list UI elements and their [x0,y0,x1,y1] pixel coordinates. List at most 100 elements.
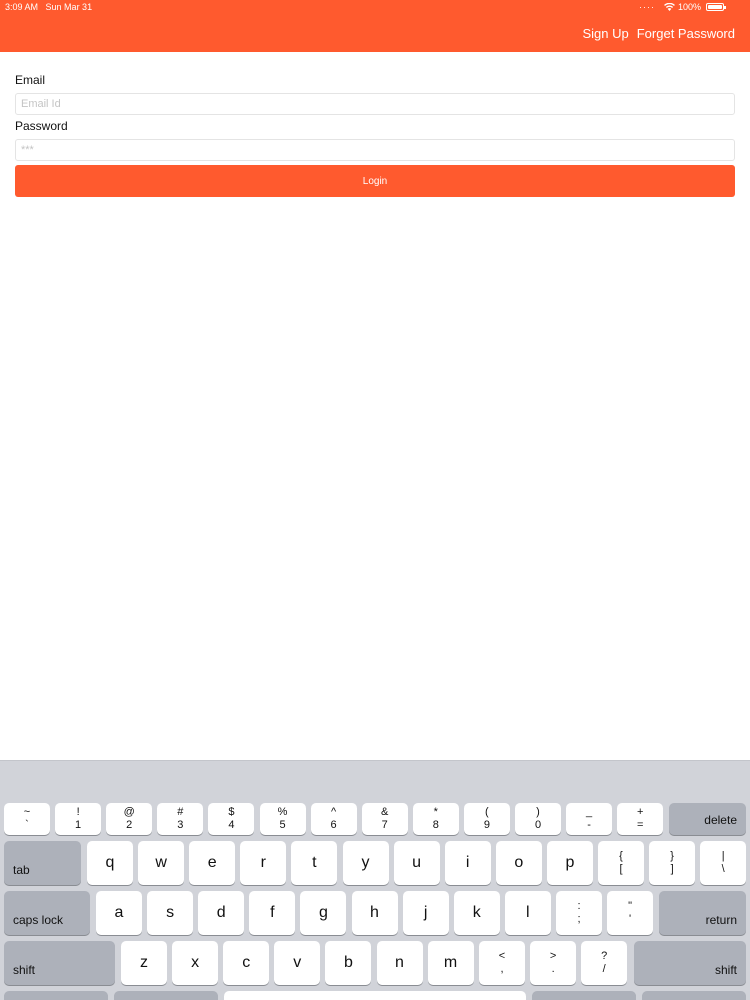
key-k[interactable]: k [453,891,500,935]
key-s[interactable]: s [147,891,194,935]
shift-left-key[interactable]: shift [4,941,115,985]
key-0[interactable]: ) 0 [515,803,561,835]
key-6[interactable]: ^ 6 [310,803,357,835]
key-top-glyph: " [628,900,633,912]
key-h[interactable]: h [351,891,398,935]
key-bottom-glyph: - [587,819,591,831]
login-screen: 3:09 AM Sun Mar 31 ···· 100% Sign Up For… [0,0,750,1000]
key-top-glyph: } [670,850,674,862]
key-e[interactable]: e [189,841,236,885]
key-i[interactable]: i [444,841,491,885]
key-top-glyph: _ [586,806,593,818]
key-x[interactable]: x [172,941,219,985]
status-time: 3:09 AM Sun Mar 31 [5,2,92,12]
key-bottom-glyph: 3 [177,819,184,831]
key-bottom-glyph: 7 [381,819,388,831]
key-top-glyph: * [433,806,438,818]
key-4[interactable]: $4 [208,803,255,835]
key-bottom-glyph: 4 [228,819,235,831]
app-header: 3:09 AM Sun Mar 31 ···· 100% Sign Up For… [0,0,750,52]
key-o[interactable]: o [495,841,542,885]
key--[interactable]: _ - [566,803,613,835]
key-u[interactable]: u [393,841,440,885]
bottom-right-key[interactable] [532,991,636,1000]
login-button[interactable]: Login [15,165,735,197]
key-l[interactable]: l [504,891,551,935]
key-q[interactable]: q [87,841,133,885]
key-2[interactable]: @2 [106,803,153,835]
key-][interactable]: }] [649,841,696,885]
key-bottom-glyph: , [500,963,504,975]
key-top-glyph: < [498,950,506,962]
key-,[interactable]: <, [479,941,525,985]
key-a[interactable]: a [96,891,142,935]
key-3[interactable]: #3 [157,803,204,835]
key-top-glyph: + [636,806,644,818]
bottom-right-key-2[interactable] [642,991,746,1000]
delete-key[interactable]: delete [669,803,746,835]
key-bottom-glyph: / [602,963,606,975]
bottom-left-key-2[interactable] [114,991,218,1000]
key-y[interactable]: y [342,841,389,885]
key-.[interactable]: >. [530,941,577,985]
key-d[interactable]: d [198,891,245,935]
caps-lock-key[interactable]: caps lock [4,891,90,935]
key-top-glyph: ~ [23,806,31,818]
key-m[interactable]: m [427,941,474,985]
sign-up-link[interactable]: Sign Up [582,26,628,41]
status-clock: 3:09 AM [5,2,39,12]
tab-key[interactable]: tab [4,841,81,885]
key-7[interactable]: & 7 [361,803,408,835]
key-9[interactable]: (9 [463,803,510,835]
key-b[interactable]: b [325,941,372,985]
key-v[interactable]: v [274,941,321,985]
space-bar[interactable] [224,991,526,1000]
header-nav: Sign Up Forget Password [582,26,735,41]
key-top-glyph: # [177,806,184,818]
key-1[interactable]: ! 1 [55,803,102,835]
key-[[interactable]: {[ [598,841,644,885]
bottom-left-key[interactable] [4,991,108,1000]
key-\[interactable]: | \ [700,841,747,885]
key-p[interactable]: p [546,841,593,885]
forget-password-link[interactable]: Forget Password [637,26,735,41]
battery-icon [706,3,726,11]
key-5[interactable]: % 5 [259,803,306,835]
key-n[interactable]: n [376,941,423,985]
key-top-glyph: @ [123,806,135,818]
key-bottom-glyph: 2 [126,819,133,831]
key-j[interactable]: j [402,891,449,935]
key-top-glyph: % [277,806,288,818]
key-`[interactable]: ~ ` [4,803,50,835]
key-bottom-glyph: . [551,963,555,975]
key-top-glyph: { [619,850,623,862]
key-top-glyph: $ [228,806,235,818]
on-screen-keyboard: ~ `! 1 @2 #3 $4% 5 ^ 6 & 7 * 8(9) 0 _ - + = delete tab q w e r t… [0,760,750,1000]
status-date: Sun Mar 31 [45,2,93,12]
key-t[interactable]: t [291,841,338,885]
key-=[interactable]: + = [617,803,664,835]
key-r[interactable]: r [240,841,287,885]
key-;[interactable]: :; [556,891,602,935]
key-top-glyph: > [549,950,557,962]
email-field[interactable] [15,93,735,115]
key-bottom-glyph: ` [25,819,29,831]
password-label: Password [15,119,68,133]
key-g[interactable]: g [300,891,347,935]
key-8[interactable]: * 8 [412,803,459,835]
key-/[interactable]: ? / [581,941,628,985]
shift-right-key[interactable]: shift [634,941,746,985]
key-w[interactable]: w [138,841,185,885]
key-'[interactable]: " ' [607,891,654,935]
key-bottom-glyph: 6 [330,819,337,831]
return-key[interactable]: return [659,891,746,935]
key-c[interactable]: c [223,941,270,985]
key-bottom-glyph: 8 [432,819,439,831]
key-bottom-glyph: 5 [279,819,286,831]
key-f[interactable]: f [249,891,296,935]
password-field[interactable] [15,139,735,161]
key-top-glyph: : [577,900,581,912]
email-label: Email [15,73,46,87]
key-top-glyph: ( [485,806,489,818]
key-z[interactable]: z [121,941,167,985]
